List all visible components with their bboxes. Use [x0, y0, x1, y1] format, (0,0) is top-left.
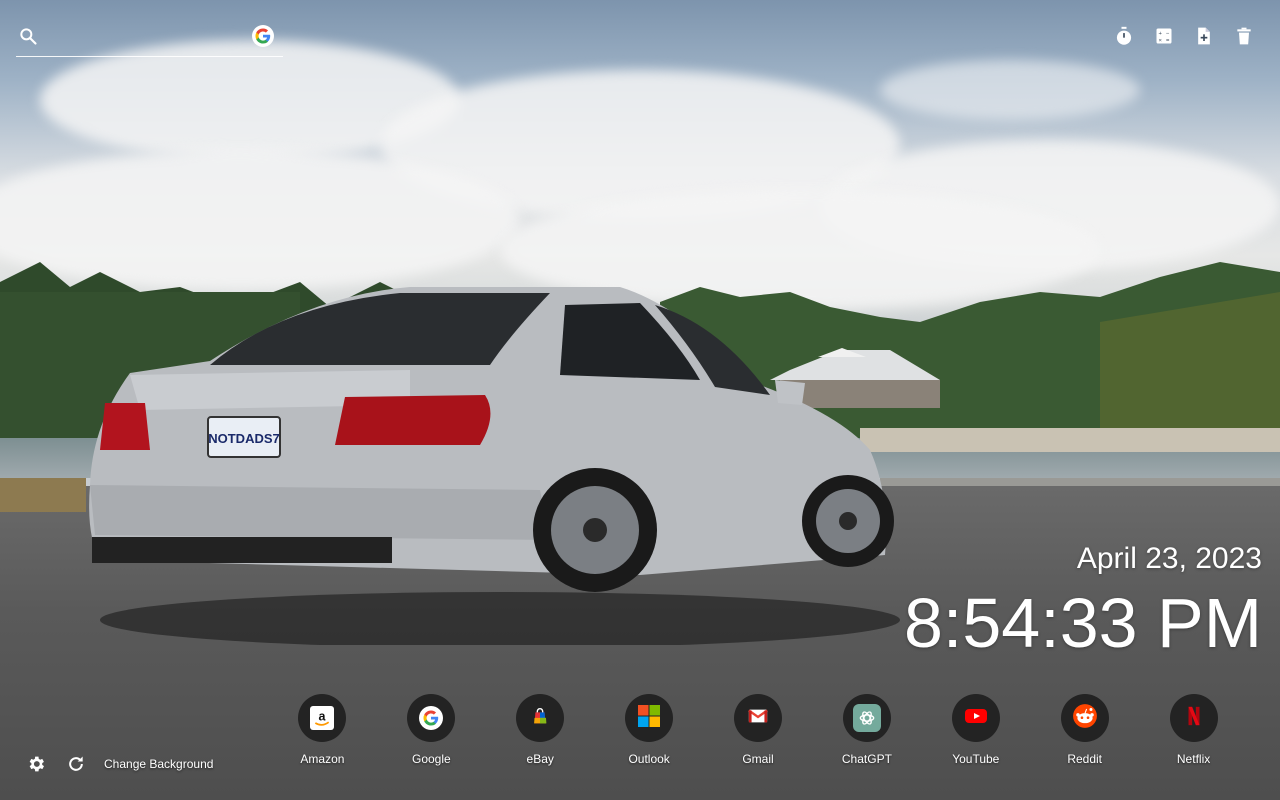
search-bar	[16, 22, 283, 57]
reddit-icon	[1072, 703, 1098, 734]
search-icon[interactable]	[18, 26, 38, 46]
svg-text:=: =	[1166, 38, 1170, 44]
new-tab-page: NOTDADS7 + − × = April 23, 2023 8:54:33 …	[0, 0, 1280, 800]
svg-text:a: a	[319, 710, 327, 724]
shortcut-label: Netflix	[1176, 752, 1211, 766]
shortcut-label: Google	[411, 752, 451, 766]
amazon-icon: a	[310, 706, 335, 730]
clock-widget: April 23, 2023 8:54:33 PM	[904, 540, 1262, 664]
time-display: 8:54:33 PM	[904, 584, 1262, 662]
ebay-icon	[529, 705, 551, 732]
footer-controls: Change Background	[26, 754, 213, 774]
toolbar: + − × =	[1114, 24, 1254, 48]
shortcut-google[interactable]: Google	[377, 694, 486, 766]
shortcut-ebay[interactable]: eBay	[486, 694, 595, 766]
change-background-link[interactable]: Change Background	[104, 757, 213, 771]
google-engine-icon[interactable]	[252, 25, 274, 47]
timer-icon[interactable]	[1114, 24, 1134, 48]
shortcut-label: eBay	[526, 752, 554, 766]
search-input[interactable]	[48, 24, 248, 52]
ramp	[0, 478, 86, 512]
shortcut-gmail[interactable]: Gmail	[704, 694, 813, 766]
shortcut-reddit[interactable]: Reddit	[1030, 694, 1139, 766]
shortcut-chatgpt[interactable]: ChatGPT	[812, 694, 921, 766]
shortcut-label: ChatGPT	[841, 752, 892, 766]
shortcut-amazon[interactable]: a Amazon	[268, 694, 377, 766]
shortcut-label: Outlook	[628, 752, 670, 766]
svg-text:+: +	[1159, 31, 1163, 37]
shortcut-label: Gmail	[742, 752, 774, 766]
shortcut-label: YouTube	[952, 752, 1000, 766]
shortcut-label: Amazon	[300, 752, 345, 766]
gmail-icon	[747, 705, 769, 732]
svg-text:×: ×	[1159, 38, 1162, 44]
calculator-icon[interactable]: + − × =	[1154, 24, 1174, 48]
svg-text:NOTDADS7: NOTDADS7	[208, 431, 280, 446]
date-display: April 23, 2023	[1076, 542, 1262, 575]
shortcut-bar: a Amazon Google eBay Outlook Gmail ChatG…	[268, 694, 1248, 766]
shortcut-label: Reddit	[1067, 752, 1103, 766]
car-image: NOTDADS7	[89, 287, 900, 645]
svg-text:−: −	[1166, 31, 1170, 37]
google-icon	[419, 706, 444, 730]
settings-gear-icon[interactable]	[26, 754, 46, 774]
shortcut-netflix[interactable]: Netflix	[1139, 694, 1248, 766]
refresh-icon[interactable]	[66, 754, 86, 774]
youtube-icon	[964, 704, 988, 733]
chatgpt-icon	[852, 704, 881, 732]
outlook-icon	[637, 704, 661, 733]
trash-icon[interactable]	[1234, 24, 1254, 48]
shore	[860, 428, 1280, 452]
new-note-icon[interactable]	[1194, 24, 1214, 48]
shortcut-youtube[interactable]: YouTube	[921, 694, 1030, 766]
netflix-icon	[1183, 705, 1205, 732]
shortcut-outlook[interactable]: Outlook	[595, 694, 704, 766]
